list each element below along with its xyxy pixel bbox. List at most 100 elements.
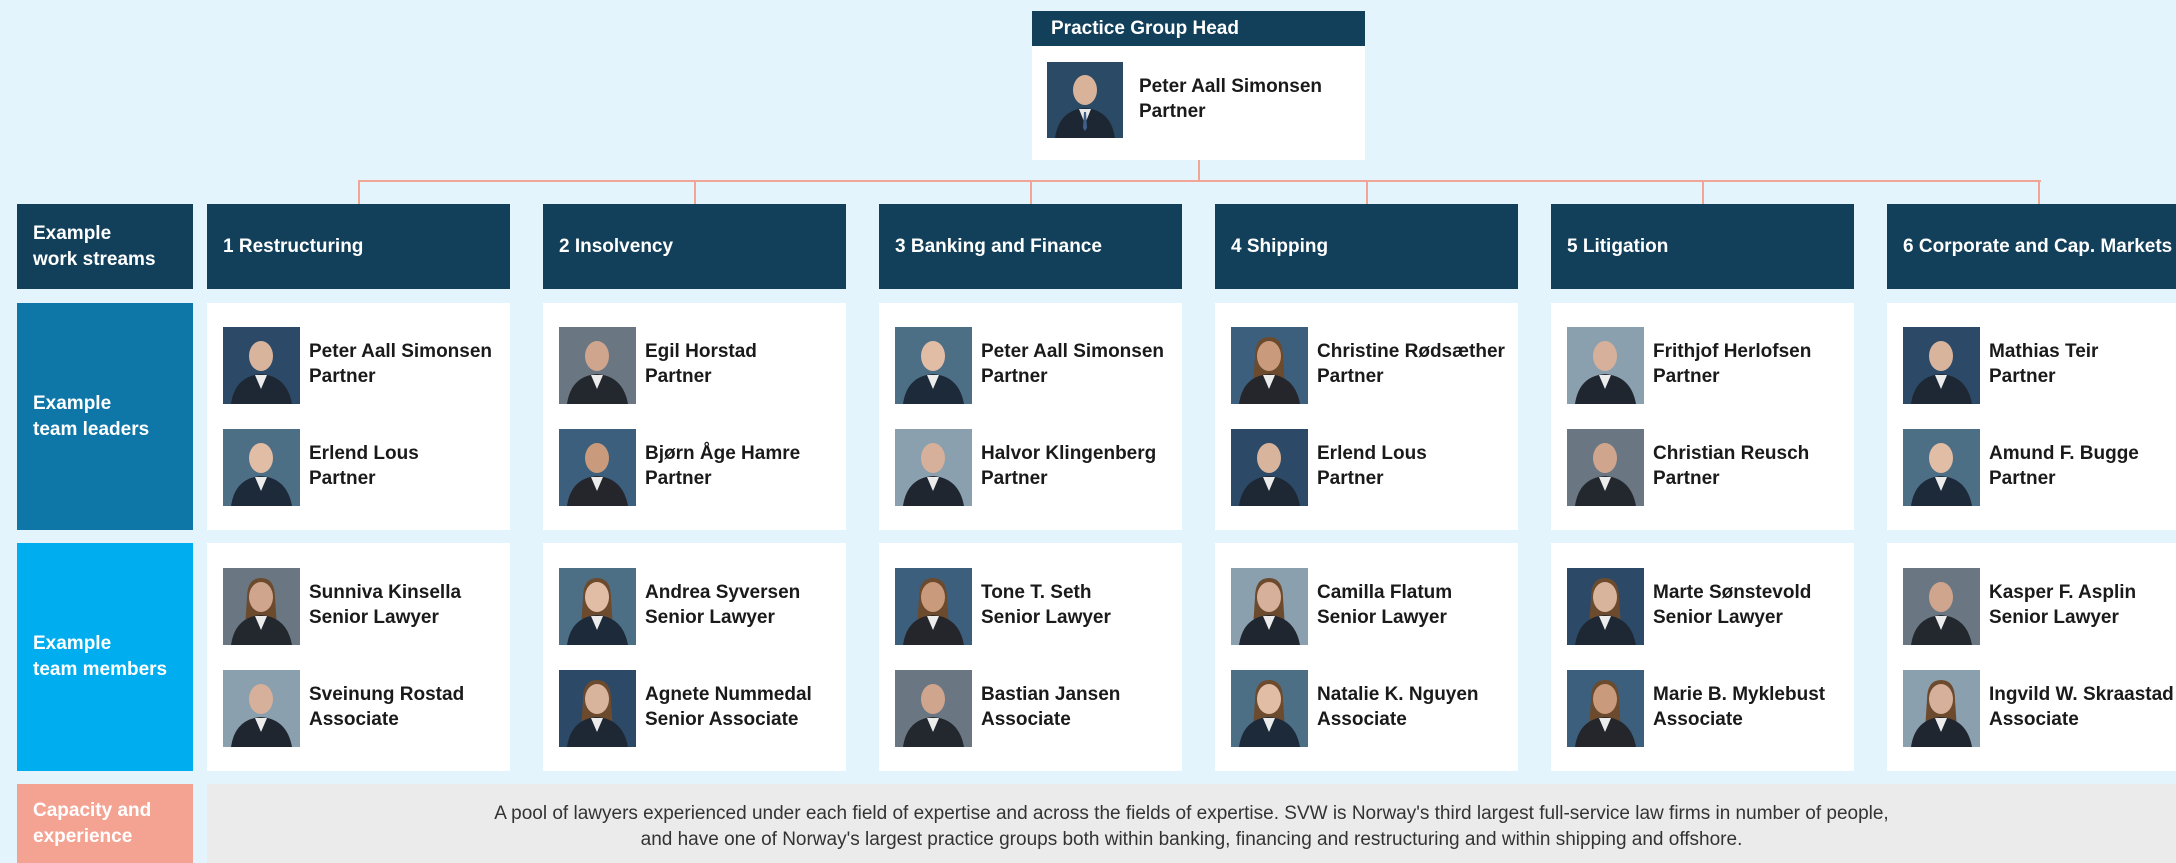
stream-header-5: 5 Litigation xyxy=(1551,204,1854,289)
practice-group-head-box: Practice Group Head Peter Aall Simonsen … xyxy=(1032,11,1365,160)
person-role: Associate xyxy=(1989,709,2079,730)
person-role: Senior Lawyer xyxy=(309,607,439,628)
stream-title: 6 Corporate and Cap. Markets xyxy=(1903,235,2173,257)
row-label-team-leaders: Example team leaders xyxy=(17,303,193,530)
capacity-text-box: A pool of lawyers experienced under each… xyxy=(207,784,2176,863)
members-card-2: Andrea Syversen Senior Lawyer Agnete Numme… xyxy=(543,543,846,771)
team-member: Sunniva Kinsella Senior Lawyer xyxy=(223,568,523,646)
team-member: Agnete Nummedal Senior Associate xyxy=(559,670,859,748)
head-title: Practice Group Head xyxy=(1032,11,1365,46)
team-leader: Halvor Klingenberg Partner xyxy=(895,429,1195,507)
portrait-photo xyxy=(1903,568,1980,645)
portrait-photo xyxy=(223,429,300,506)
person-name: Christine Rødsæther xyxy=(1317,341,1505,362)
stream-header-6: 6 Corporate and Cap. Markets xyxy=(1887,204,2176,289)
team-leader: Erlend Lous Partner xyxy=(223,429,523,507)
row-label-team-members: Example team members xyxy=(17,543,193,771)
head-portrait xyxy=(1047,62,1123,138)
person-role: Associate xyxy=(981,709,1071,730)
capacity-text-line-2: and have one of Norway's largest practic… xyxy=(640,829,1743,850)
team-member: Sveinung Rostad Associate xyxy=(223,670,523,748)
connector-bus xyxy=(358,180,2041,182)
team-member: Andrea Syversen Senior Lawyer xyxy=(559,568,859,646)
person-name: Bjørn Åge Hamre xyxy=(645,443,801,464)
person-name: Peter Aall Simonsen xyxy=(309,341,493,362)
leaders-card-1: Peter Aall Simonsen Partner Erlend Lous Par… xyxy=(207,303,510,530)
portrait-photo xyxy=(1231,327,1308,404)
stream-header-1: 1 Restructuring xyxy=(207,204,510,289)
person-name: Egil Horstad xyxy=(645,341,757,362)
person-role: Senior Lawyer xyxy=(981,607,1111,628)
team-member: Natalie K. Nguyen Associate xyxy=(1231,670,1531,748)
person-role: Senior Lawyer xyxy=(645,607,775,628)
person-role: Senior Lawyer xyxy=(1317,607,1447,628)
portrait-photo xyxy=(1567,670,1644,747)
person-name: Christian Reusch xyxy=(1653,443,1810,464)
portrait-photo xyxy=(895,429,972,506)
portrait-photo xyxy=(895,568,972,645)
portrait-photo xyxy=(1567,429,1644,506)
portrait-photo xyxy=(1231,568,1308,645)
portrait-photo xyxy=(1231,670,1308,747)
capacity-text-line-1: A pool of lawyers experienced under each… xyxy=(494,803,1889,824)
stream-title: 3 Banking and Finance xyxy=(895,235,1102,257)
person-name: Andrea Syversen xyxy=(645,582,801,603)
person-role: Partner xyxy=(309,468,376,489)
portrait-photo xyxy=(559,670,636,747)
connector-drop-2 xyxy=(694,180,696,204)
person-role: Associate xyxy=(1653,709,1743,730)
members-card-5: Marte Sønstevold Senior Lawyer Marie B. My… xyxy=(1551,543,1854,771)
head-role: Partner xyxy=(1139,101,1206,122)
portrait-photo xyxy=(1903,429,1980,506)
team-leader: Amund F. Bugge Partner xyxy=(1903,429,2176,507)
team-member: Ingvild W. Skraastad Associate xyxy=(1903,670,2176,748)
connector-drop-3 xyxy=(1030,180,1032,204)
leaders-card-2: Egil Horstad Partner Bjørn Åge Hamre Partne… xyxy=(543,303,846,530)
portrait-photo xyxy=(559,327,636,404)
connector-drop-5 xyxy=(1702,180,1704,204)
person-role: Partner xyxy=(1653,366,1720,387)
portrait-photo xyxy=(223,670,300,747)
connector-drop-1 xyxy=(358,180,360,204)
person-name: Camilla Flatum xyxy=(1317,582,1453,603)
team-leader: Mathias Teir Partner xyxy=(1903,327,2176,405)
team-member: Camilla Flatum Senior Lawyer xyxy=(1231,568,1531,646)
person-role: Senior Associate xyxy=(645,709,799,730)
person-role: Partner xyxy=(645,366,712,387)
portrait-photo xyxy=(895,327,972,404)
connector-trunk xyxy=(1198,160,1200,181)
leaders-card-6: Mathias Teir Partner Amund F. Bugge Partner xyxy=(1887,303,2176,530)
row-label-work-streams: Example work streams xyxy=(17,204,193,289)
portrait-photo xyxy=(223,327,300,404)
portrait-photo xyxy=(559,568,636,645)
team-leader: Christine Rødsæther Partner xyxy=(1231,327,1531,405)
members-card-3: Tone T. Seth Senior Lawyer Bastian Jansen A… xyxy=(879,543,1182,771)
person-name: Natalie K. Nguyen xyxy=(1317,684,1479,705)
leaders-card-5: Frithjof Herlofsen Partner Christian Reusc… xyxy=(1551,303,1854,530)
person-role: Partner xyxy=(1989,468,2056,489)
leaders-card-4: Christine Rødsæther Partner Erlend Lous Par… xyxy=(1215,303,1518,530)
stream-title: 4 Shipping xyxy=(1231,235,1329,257)
person-name: Sveinung Rostad xyxy=(309,684,465,705)
portrait-photo xyxy=(1903,670,1980,747)
leaders-card-3: Peter Aall Simonsen Partner Halvor Klingen… xyxy=(879,303,1182,530)
portrait-photo xyxy=(1231,429,1308,506)
person-role: Partner xyxy=(981,366,1048,387)
person-name: Tone T. Seth xyxy=(981,582,1092,603)
person-name: Erlend Lous xyxy=(1317,443,1427,464)
stream-title: 1 Restructuring xyxy=(223,235,364,257)
portrait-photo xyxy=(895,670,972,747)
stream-header-4: 4 Shipping xyxy=(1215,204,1518,289)
person-name: Ingvild W. Skraastad xyxy=(1989,684,2174,705)
connector-drop-4 xyxy=(1366,180,1368,204)
portrait-photo xyxy=(1567,568,1644,645)
person-role: Partner xyxy=(1989,366,2056,387)
team-leader: Erlend Lous Partner xyxy=(1231,429,1531,507)
person-role: Partner xyxy=(309,366,376,387)
portrait-photo xyxy=(223,568,300,645)
person-name: Marie B. Myklebust xyxy=(1653,684,1826,705)
person-role: Partner xyxy=(1317,468,1384,489)
stream-header-2: 2 Insolvency xyxy=(543,204,846,289)
person-name: Sunniva Kinsella xyxy=(309,582,462,603)
members-card-4: Camilla Flatum Senior Lawyer Natalie K. Ng… xyxy=(1215,543,1518,771)
